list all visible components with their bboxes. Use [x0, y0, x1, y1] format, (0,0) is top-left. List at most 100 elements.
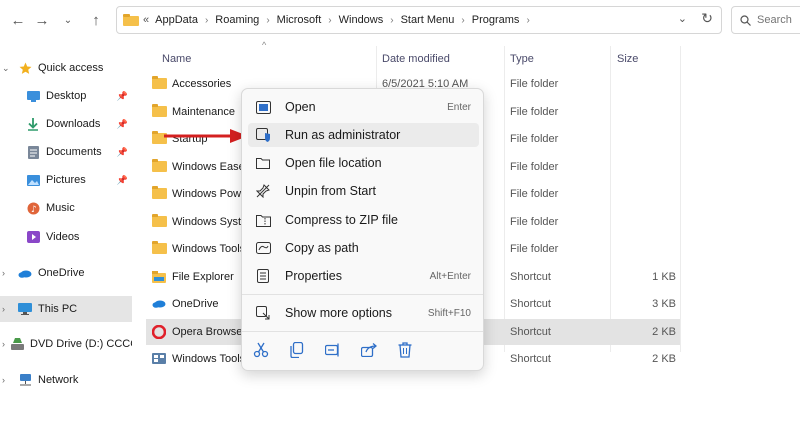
menu-separator [242, 331, 483, 332]
sidebar-item-label: Pictures [46, 174, 86, 186]
pictures-icon [26, 173, 40, 187]
menu-item-properties[interactable]: Properties Alt+Enter [248, 264, 479, 288]
rename-button[interactable] [322, 339, 344, 361]
breadcrumb-separator[interactable]: › [328, 15, 331, 26]
sidebar-item-pictures[interactable]: Pictures 📌 [0, 167, 132, 193]
sidebar-item-network[interactable]: › Network [0, 367, 132, 393]
pin-icon[interactable]: 📌 [117, 91, 128, 102]
chevron-down-icon[interactable]: ⌄ [2, 63, 12, 74]
sidebar-item-documents[interactable]: Documents 📌 [0, 139, 132, 165]
sidebar-item-label: OneDrive [38, 267, 85, 279]
sidebar-item-dvd-drive[interactable]: › DVD Drive (D:) CCCO [0, 331, 132, 357]
onedrive-icon [18, 266, 32, 280]
pin-icon[interactable]: 📌 [117, 119, 128, 130]
sort-ascending-icon: ^ [262, 40, 267, 50]
column-divider[interactable] [680, 46, 681, 352]
folder-icon [123, 14, 139, 26]
pin-icon[interactable]: 📌 [117, 147, 128, 158]
copy-path-icon [255, 240, 271, 256]
delete-button[interactable] [394, 339, 416, 361]
sidebar-item-label: Downloads [46, 118, 101, 130]
menu-separator [242, 294, 483, 295]
share-icon [361, 343, 377, 357]
breadcrumb-separator[interactable]: › [205, 15, 208, 26]
open-icon [255, 99, 271, 115]
menu-item-unpin-from-start[interactable]: Unpin from Start [248, 179, 479, 203]
search-input[interactable] [757, 14, 800, 26]
chevron-right-icon[interactable]: › [2, 375, 12, 385]
breadcrumb-separator[interactable]: › [266, 15, 269, 26]
breadcrumb-programs[interactable]: Programs [472, 14, 520, 26]
svg-text:♪: ♪ [31, 205, 37, 215]
annotation-arrow-icon [164, 129, 248, 143]
zip-icon [255, 212, 271, 228]
column-header-name[interactable]: Name [162, 48, 191, 70]
search-box[interactable] [731, 6, 800, 34]
rename-icon [325, 343, 339, 357]
folder-icon [152, 241, 167, 255]
shield-icon [255, 127, 271, 143]
delete-icon [398, 342, 412, 358]
chevron-right-icon[interactable]: › [2, 339, 5, 349]
sidebar-item-downloads[interactable]: Downloads 📌 [0, 111, 132, 137]
breadcrumb-overflow[interactable]: « [143, 14, 149, 26]
menu-item-copy-as-path[interactable]: Copy as path [248, 236, 479, 260]
folder-icon [152, 76, 167, 90]
share-button[interactable] [358, 339, 380, 361]
chevron-right-icon[interactable]: › [2, 268, 12, 278]
address-history-button[interactable]: ⌄ [678, 12, 687, 25]
sidebar-item-onedrive[interactable]: › OneDrive [0, 260, 132, 286]
folder-icon [152, 159, 167, 173]
breadcrumb-windows[interactable]: Windows [339, 14, 384, 26]
back-button[interactable]: ← [6, 8, 30, 32]
address-bar[interactable]: « AppData › Roaming › Microsoft › Windows › … [116, 6, 722, 34]
copy-icon [290, 342, 304, 358]
menu-item-open[interactable]: Open Enter [248, 95, 479, 119]
folder-icon [152, 104, 167, 118]
star-icon [18, 61, 32, 75]
menu-item-show-more-options[interactable]: Show more options Shift+F10 [248, 301, 479, 325]
folder-open-icon [255, 155, 271, 171]
column-header-date[interactable]: Date modified [382, 48, 450, 70]
pin-icon[interactable]: 📌 [117, 175, 128, 186]
breadcrumb-microsoft[interactable]: Microsoft [277, 14, 322, 26]
properties-icon [255, 268, 271, 284]
up-button[interactable]: ↑ [84, 8, 108, 32]
menu-item-open-file-location[interactable]: Open file location [248, 151, 479, 175]
sidebar-item-music[interactable]: ♪ Music [0, 195, 132, 221]
breadcrumb-start-menu[interactable]: Start Menu [401, 14, 455, 26]
download-icon [26, 117, 40, 131]
dvd-icon [11, 337, 24, 351]
cut-button[interactable] [250, 339, 272, 361]
folder-icon [152, 214, 167, 228]
column-header-size[interactable]: Size [617, 48, 638, 70]
context-menu: Open Enter Run as administrator Open fil… [241, 88, 484, 371]
sidebar-item-quick-access[interactable]: ⌄ Quick access [0, 55, 132, 81]
forward-button[interactable]: → [30, 8, 54, 32]
menu-item-run-as-administrator[interactable]: Run as administrator [248, 123, 479, 147]
search-icon [740, 14, 751, 26]
breadcrumb-appdata[interactable]: AppData [155, 14, 198, 26]
arrow-right-icon: → [34, 11, 50, 29]
sidebar-item-this-pc[interactable]: › This PC [0, 296, 132, 322]
sidebar-item-videos[interactable]: Videos [0, 224, 132, 250]
navigation-pane: ⌄ Quick access Desktop 📌 Downloads 📌 Doc… [0, 40, 140, 444]
sidebar-item-label: Network [38, 374, 79, 386]
sidebar-item-desktop[interactable]: Desktop 📌 [0, 83, 132, 109]
breadcrumb-separator[interactable]: › [461, 15, 464, 26]
onedrive-icon [152, 297, 167, 310]
recent-locations-button[interactable]: ⌄ [56, 8, 80, 32]
breadcrumb-separator[interactable]: › [390, 15, 393, 26]
breadcrumb-roaming[interactable]: Roaming [215, 14, 259, 26]
sidebar-item-label: Desktop [46, 90, 87, 102]
desktop-icon [26, 89, 40, 103]
sidebar-item-label: DVD Drive (D:) CCCO [30, 338, 132, 350]
column-header-type[interactable]: Type [510, 48, 534, 70]
copy-button[interactable] [286, 339, 308, 361]
videos-icon [26, 230, 40, 244]
folder-icon [152, 186, 167, 200]
breadcrumb-separator[interactable]: › [526, 15, 529, 26]
refresh-button[interactable]: ↻ [701, 10, 713, 27]
chevron-right-icon[interactable]: › [2, 304, 12, 314]
menu-item-compress-to-zip[interactable]: Compress to ZIP file [248, 208, 479, 232]
